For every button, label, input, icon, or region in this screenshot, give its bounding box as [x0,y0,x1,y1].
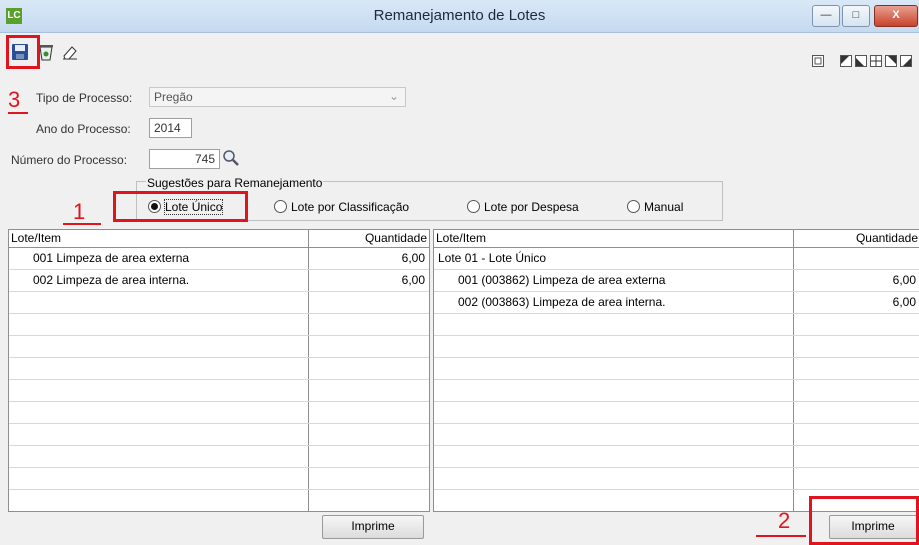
annotation-3-underline [8,112,28,114]
empty-row [9,490,429,511]
window-layout-icon[interactable] [812,55,824,67]
corner-top-left-icon[interactable] [840,55,852,67]
annotation-1-underline [63,223,101,225]
table-row[interactable]: 001 Limpeza de area externa 6,00 [9,248,429,270]
annotation-3: 3 [8,87,21,112]
suggestions-title: Sugestões para Remanejamento [146,176,324,190]
right-col-item-header[interactable]: Lote/Item [436,230,786,247]
table-row[interactable]: 002 Limpeza de area interna. 6,00 [9,270,429,292]
corner-bottom-right-icon[interactable] [900,55,912,67]
corner-top-right-icon[interactable] [885,55,897,67]
left-row-qty: 6,00 [401,273,425,287]
left-col-item-header[interactable]: Lote/Item [11,230,301,247]
center-icon[interactable] [870,55,882,67]
highlight-lote-unico [113,191,248,222]
eraser-icon[interactable] [61,43,79,61]
empty-row [434,424,919,446]
annotation-2: 2 [778,508,791,533]
search-icon[interactable] [222,149,240,167]
radio-unselected-icon [627,200,640,213]
minimize-button[interactable]: — [812,5,840,27]
empty-row [9,380,429,402]
tipo-processo-label: Tipo de Processo: [36,91,133,105]
empty-row [434,402,919,424]
window-title: Remanejamento de Lotes [373,7,546,24]
empty-row [9,292,429,314]
numero-processo-input[interactable]: 745 [149,149,220,169]
empty-row [9,446,429,468]
empty-row [9,424,429,446]
empty-row [434,336,919,358]
left-grid[interactable]: Lote/Item Quantidade 001 Limpeza de area… [8,229,430,512]
highlight-imprime [809,496,919,545]
right-row-item: Lote 01 - Lote Único [438,251,547,265]
radio-despesa-label: Lote por Despesa [484,200,579,214]
table-row[interactable]: Lote 01 - Lote Único [434,248,919,270]
radio-classificacao-label: Lote por Classificação [291,200,410,214]
radio-lote-por-despesa[interactable]: Lote por Despesa [467,199,579,215]
empty-row [9,468,429,490]
empty-row [434,314,919,336]
right-row-item: 001 (003862) Limpeza de area externa [458,273,666,287]
radio-manual-label: Manual [644,200,684,214]
ano-processo-label: Ano do Processo: [36,122,131,136]
right-col-qty-header[interactable]: Quantidade [794,230,918,247]
corner-bottom-left-icon[interactable] [855,55,867,67]
radio-lote-por-classificacao[interactable]: Lote por Classificação [274,199,409,215]
annotation-2-underline [756,535,806,537]
tipo-processo-select[interactable]: Pregão ⌄ [149,87,406,107]
highlight-save [6,35,40,69]
right-row-qty: 6,00 [892,273,916,287]
left-row-item: 002 Limpeza de area interna. [33,273,190,287]
table-row[interactable]: 001 (003862) Limpeza de area externa 6,0… [434,270,919,292]
chevron-down-icon: ⌄ [388,89,399,103]
title-bar: LC Remanejamento de Lotes — □ X [0,0,919,33]
table-row[interactable]: 002 (003863) Limpeza de area interna. 6,… [434,292,919,314]
close-button[interactable]: X [874,5,918,27]
toolbar [0,33,919,73]
tipo-processo-value: Pregão [154,90,193,104]
empty-row [434,468,919,490]
empty-row [9,402,429,424]
annotation-1: 1 [73,199,86,224]
left-col-qty-header[interactable]: Quantidade [309,230,427,247]
empty-row [9,336,429,358]
maximize-button[interactable]: □ [842,5,870,27]
empty-row [9,358,429,380]
left-row-item: 001 Limpeza de area externa [33,251,190,265]
left-row-qty: 6,00 [401,251,425,265]
ano-processo-input[interactable]: 2014 [149,118,192,138]
right-row-item: 002 (003863) Limpeza de area interna. [458,295,666,309]
empty-row [434,380,919,402]
radio-unselected-icon [274,200,287,213]
empty-row [434,446,919,468]
empty-row [434,358,919,380]
numero-processo-label: Número do Processo: [11,153,128,167]
radio-manual[interactable]: Manual [627,199,683,215]
right-row-qty: 6,00 [892,295,916,309]
left-imprime-button[interactable]: Imprime [322,515,424,539]
radio-unselected-icon [467,200,480,213]
right-grid[interactable]: Lote/Item Quantidade Lote 01 - Lote Únic… [433,229,919,512]
empty-row [9,314,429,336]
